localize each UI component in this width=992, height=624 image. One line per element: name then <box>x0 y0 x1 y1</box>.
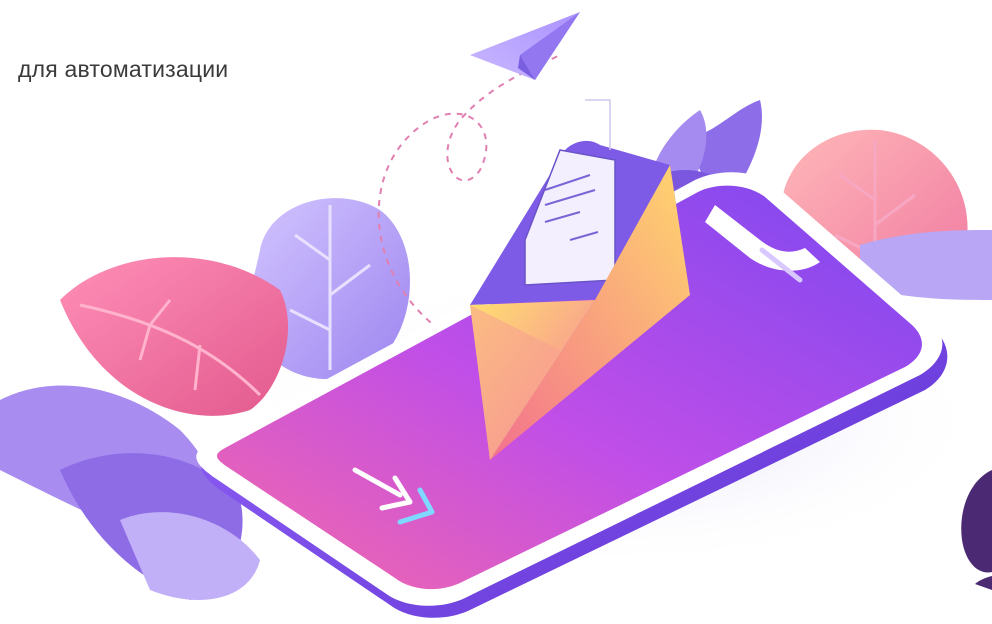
logo-partial <box>961 470 992 590</box>
letter-paper <box>524 99 616 286</box>
illustration <box>0 12 992 618</box>
hero-illustration-stage: для автоматизации <box>0 0 992 624</box>
paper-plane <box>470 12 580 80</box>
purple-foliage-bottom-left <box>0 385 260 600</box>
